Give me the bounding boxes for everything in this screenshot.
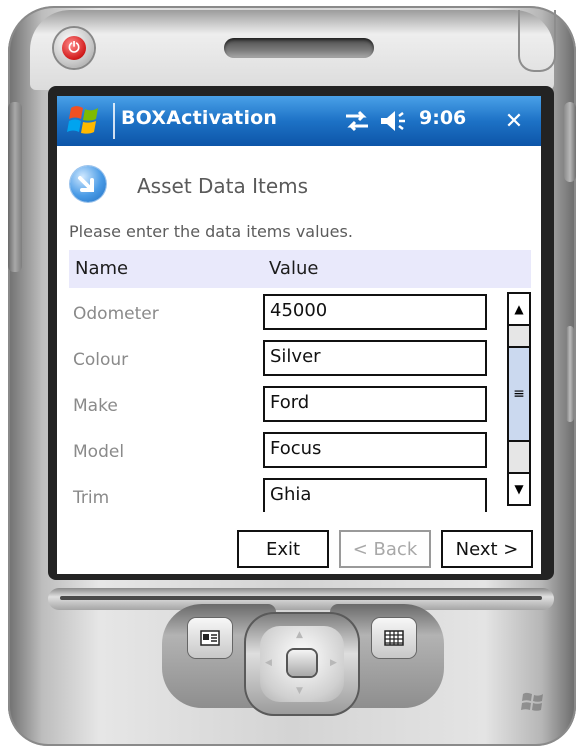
row-label-model: Model — [73, 442, 125, 462]
side-knob-right — [566, 326, 574, 422]
table-header: Name Value — [69, 250, 531, 288]
clock-time[interactable]: 9:06 — [419, 107, 466, 129]
app-title: BOXActivation — [121, 107, 278, 129]
model-input[interactable]: Focus — [263, 432, 487, 468]
row-label-odometer: Odometer — [73, 304, 159, 324]
dpad-up-arrow-icon[interactable]: ▲ — [296, 630, 303, 640]
arrow-down-right-icon — [70, 166, 106, 202]
side-button-right[interactable] — [564, 102, 576, 182]
colour-input[interactable]: Silver — [263, 340, 487, 376]
make-input[interactable]: Ford — [263, 386, 487, 422]
title-separator — [113, 103, 115, 139]
column-header-name: Name — [75, 258, 129, 279]
scroll-down-arrow-icon[interactable]: ▼ — [509, 472, 529, 504]
earpiece-speaker — [224, 38, 374, 58]
windows-flag-icon[interactable] — [65, 102, 105, 140]
calendar-grid-icon[interactable] — [372, 618, 416, 658]
stylus-slot — [518, 10, 556, 72]
dpad-ring: ▲ ▼ ◀ ▶ — [260, 626, 344, 702]
page-title: Asset Data Items — [137, 174, 309, 198]
speaker-icon[interactable] — [379, 108, 409, 134]
side-button-left[interactable] — [8, 102, 22, 272]
windows-logo-icon — [521, 692, 543, 711]
scroll-up-arrow-icon[interactable]: ▲ — [509, 294, 529, 326]
sync-icon[interactable] — [343, 108, 371, 134]
dpad-down-arrow-icon[interactable]: ▼ — [296, 686, 303, 696]
directional-pad[interactable]: ▲ ▼ ◀ ▶ — [244, 612, 360, 716]
lower-bezel-line — [60, 596, 542, 600]
dpad-right-arrow-icon[interactable]: ▶ — [330, 658, 337, 668]
trim-input[interactable]: Ghia — [263, 478, 487, 512]
column-header-value: Value — [269, 258, 319, 279]
dpad-left-arrow-icon[interactable]: ◀ — [265, 658, 272, 668]
row-label-make: Make — [73, 396, 118, 416]
device-screen: BOXActivation 9:06 ✕ Asset Data Items Pl… — [57, 96, 541, 574]
back-button[interactable]: < Back — [339, 530, 431, 568]
instructions-text: Please enter the data items values. — [69, 222, 353, 241]
exit-button[interactable]: Exit — [237, 530, 329, 568]
title-bar: BOXActivation 9:06 ✕ — [57, 96, 541, 146]
dpad-center-button[interactable] — [288, 650, 316, 676]
power-button[interactable]: ⏻ — [54, 28, 94, 68]
close-button[interactable]: ✕ — [499, 106, 529, 136]
vertical-scrollbar[interactable]: ▲ ≡ ▼ — [507, 292, 531, 506]
contacts-card-icon[interactable] — [188, 618, 232, 658]
scroll-thumb[interactable]: ≡ — [509, 346, 529, 442]
row-label-colour: Colour — [73, 350, 129, 370]
row-label-trim: Trim — [73, 488, 110, 508]
next-button[interactable]: Next > — [441, 530, 533, 568]
power-icon: ⏻ — [62, 36, 86, 60]
odometer-input[interactable]: 45000 — [263, 294, 487, 330]
